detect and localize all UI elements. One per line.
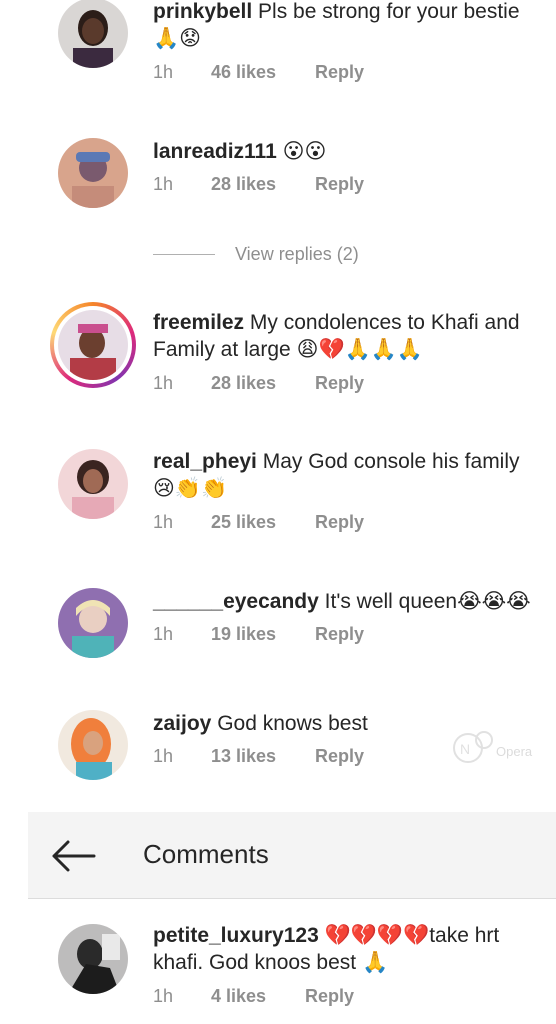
comment-emoji-prefix: 💔💔💔💔 bbox=[324, 923, 430, 947]
comment-username[interactable]: prinkybell bbox=[153, 0, 252, 23]
reply-button[interactable]: Reply bbox=[315, 174, 364, 195]
comment-meta: 1h 25 likes Reply bbox=[153, 512, 364, 533]
comment-body: It's well queen bbox=[324, 590, 458, 613]
comment-time: 1h bbox=[153, 62, 174, 82]
comment-meta: 1h 28 likes Reply bbox=[153, 174, 364, 195]
page-title: Comments bbox=[143, 839, 269, 869]
reply-button[interactable]: Reply bbox=[305, 986, 354, 1007]
reply-button[interactable]: Reply bbox=[315, 624, 364, 645]
view-replies-button[interactable]: View replies (2) bbox=[153, 244, 359, 265]
svg-text:N: N bbox=[460, 741, 470, 757]
back-button[interactable] bbox=[48, 836, 98, 876]
reply-button[interactable]: Reply bbox=[315, 746, 364, 767]
comment-likes[interactable]: 25 likes bbox=[211, 512, 315, 533]
comment-likes[interactable]: 28 likes bbox=[211, 174, 315, 195]
avatar[interactable] bbox=[58, 710, 128, 780]
avatar[interactable] bbox=[58, 138, 128, 208]
avatar[interactable] bbox=[58, 449, 128, 519]
comment-emoji: 🙏 bbox=[361, 950, 389, 974]
comment-text: real_pheyi May God console his family 😢👏… bbox=[153, 448, 546, 502]
comment-text: ______eyecandy It's well queen😭😭😭 bbox=[153, 588, 546, 615]
comment-emoji: 😩💔🙏🙏🙏 bbox=[296, 337, 424, 361]
comment-time: 1h bbox=[153, 624, 174, 644]
comment-time: 1h bbox=[153, 746, 174, 766]
view-replies-label: View replies (2) bbox=[235, 244, 359, 264]
comment-likes[interactable]: 4 likes bbox=[211, 986, 305, 1007]
comment-meta: 1h 46 likes Reply bbox=[153, 62, 364, 83]
comment-body: May God console his family bbox=[262, 450, 520, 473]
comment-body: God knows best bbox=[217, 712, 368, 735]
comment-time: 1h bbox=[153, 512, 174, 532]
comments-header: Comments bbox=[28, 812, 556, 899]
divider bbox=[153, 254, 215, 255]
avatar[interactable] bbox=[58, 588, 128, 658]
comment-body: Pls be strong for your bestie bbox=[258, 0, 520, 23]
reply-button[interactable]: Reply bbox=[315, 512, 364, 533]
comment-meta: 1h 13 likes Reply bbox=[153, 746, 364, 767]
reply-button[interactable]: Reply bbox=[315, 373, 364, 394]
comment-likes[interactable]: 46 likes bbox=[211, 62, 315, 83]
comment-time: 1h bbox=[153, 986, 174, 1006]
comment-likes[interactable]: 28 likes bbox=[211, 373, 315, 394]
avatar[interactable] bbox=[58, 0, 128, 68]
comment-meta: 1h 19 likes Reply bbox=[153, 624, 364, 645]
comment-emoji: 🙏😟 bbox=[153, 26, 202, 50]
comment-text: lanreadiz111 😮😮 bbox=[153, 138, 546, 165]
comment-text: prinkybell Pls be strong for your bestie… bbox=[153, 0, 546, 52]
arrow-left-icon bbox=[52, 840, 96, 872]
story-ring[interactable] bbox=[50, 302, 136, 388]
comment-time: 1h bbox=[153, 174, 174, 194]
comment-username[interactable]: ______eyecandy bbox=[153, 590, 319, 613]
reply-button[interactable]: Reply bbox=[315, 62, 364, 83]
comment-username[interactable]: freemilez bbox=[153, 311, 244, 334]
comment-likes[interactable]: 19 likes bbox=[211, 624, 315, 645]
watermark-text: Opera bbox=[496, 744, 533, 759]
comment-time: 1h bbox=[153, 373, 174, 393]
opera-watermark: N Opera bbox=[446, 722, 556, 782]
story-ring-inner bbox=[54, 306, 132, 384]
comment-text: petite_luxury123 💔💔💔💔take hrt khafi. God… bbox=[153, 922, 546, 976]
comment-username[interactable]: real_pheyi bbox=[153, 450, 257, 473]
avatar[interactable] bbox=[58, 924, 128, 994]
avatar bbox=[58, 310, 128, 380]
comment-emoji: 😮😮 bbox=[282, 139, 327, 163]
comment-meta: 1h 4 likes Reply bbox=[153, 986, 354, 1007]
comment-emoji: 😭😭😭 bbox=[457, 589, 531, 613]
comment-username[interactable]: zaijoy bbox=[153, 712, 211, 735]
comment-username[interactable]: lanreadiz111 bbox=[153, 140, 277, 163]
comment-likes[interactable]: 13 likes bbox=[211, 746, 315, 767]
comment-text: freemilez My condolences to Khafi and Fa… bbox=[153, 309, 546, 363]
comment-meta: 1h 28 likes Reply bbox=[153, 373, 364, 394]
comment-emoji: 😢👏👏 bbox=[153, 476, 228, 500]
comment-username[interactable]: petite_luxury123 bbox=[153, 924, 319, 947]
